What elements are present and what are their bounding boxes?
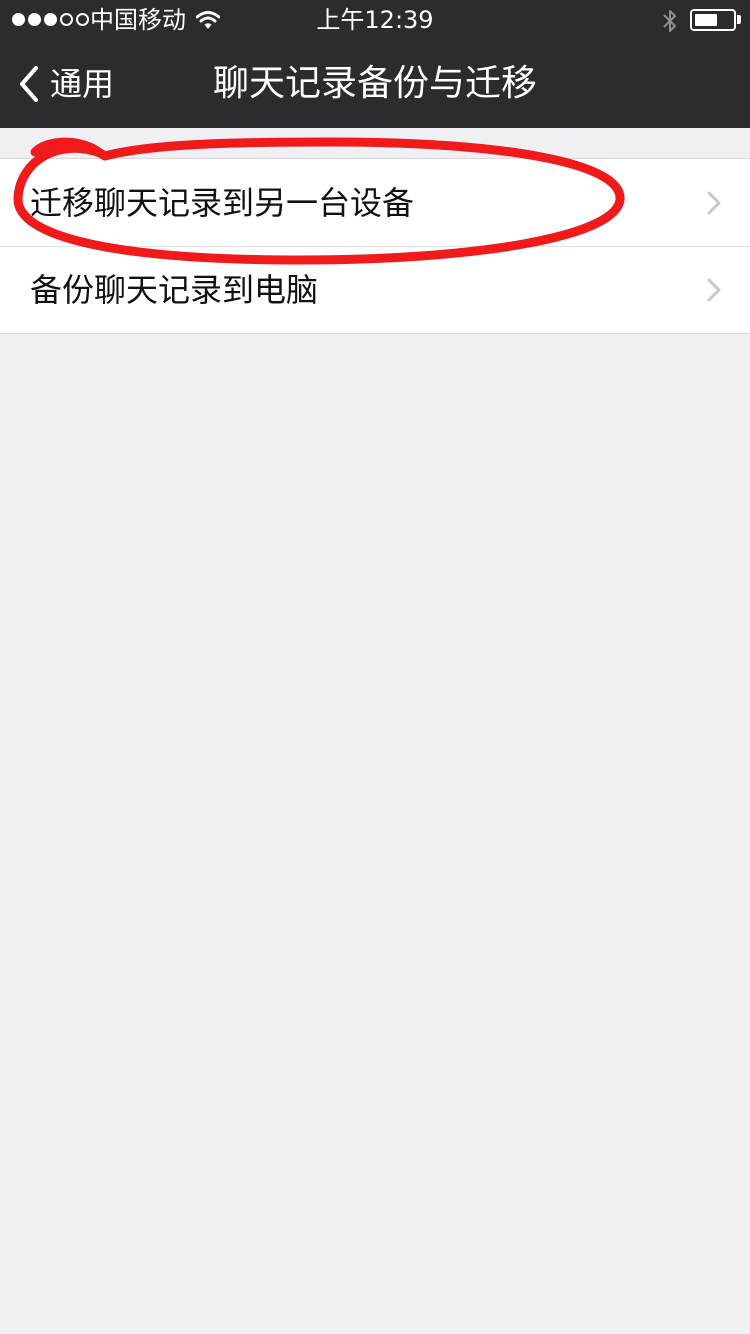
list-item-label: 迁移聊天记录到另一台设备 [30, 183, 415, 222]
back-chevron-icon [20, 66, 38, 102]
bluetooth-icon [663, 10, 676, 32]
settings-list: 迁移聊天记录到另一台设备 备份聊天记录到电脑 [0, 158, 750, 334]
navigation-bar: 通用 聊天记录备份与迁移 [0, 40, 750, 128]
battery-level [695, 14, 717, 26]
battery-icon [690, 9, 736, 31]
chevron-right-icon [707, 191, 721, 215]
list-item-backup-to-pc[interactable]: 备份聊天记录到电脑 [0, 246, 750, 333]
back-button-label: 通用 [50, 65, 115, 103]
battery-tip [737, 15, 741, 24]
chevron-right-icon [707, 278, 721, 302]
back-button[interactable]: 通用 [16, 60, 114, 108]
list-item-migrate-chat[interactable]: 迁移聊天记录到另一台设备 [0, 159, 750, 246]
list-item-label: 备份聊天记录到电脑 [30, 270, 319, 309]
screen: 中国移动 上午12:39 通用 聊天记录备份与迁移 迁移聊天记录到另一台设备 备… [0, 0, 750, 1334]
status-time: 上午12:39 [316, 6, 434, 34]
status-bar: 中国移动 上午12:39 [0, 0, 750, 40]
